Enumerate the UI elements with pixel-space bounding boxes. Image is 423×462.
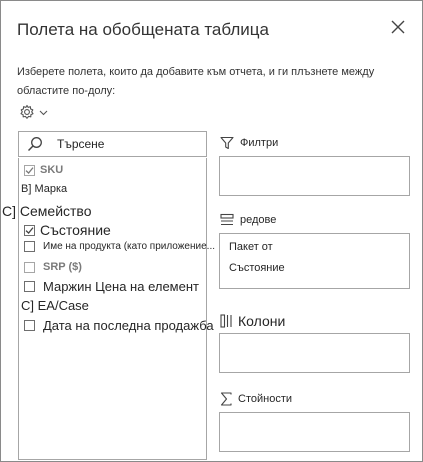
field-item-last-sale-date[interactable]: Дата на последна продажба (24, 318, 214, 333)
pane-title: Полета на обобщената таблица (17, 20, 269, 39)
close-icon (391, 20, 405, 34)
rows-item-package[interactable]: Пакет от (229, 241, 273, 253)
field-checkbox[interactable] (24, 241, 35, 252)
checkmark-icon (25, 166, 34, 174)
field-label: SRP ($) (43, 261, 82, 273)
field-label: Маржин Цена на елемент (43, 279, 199, 294)
field-checkbox[interactable] (24, 164, 35, 176)
field-label: Състояние (40, 222, 111, 238)
columns-area-label: Колони (220, 313, 285, 329)
columns-drop-area[interactable] (219, 333, 410, 373)
field-item-status[interactable]: Състояние (24, 222, 111, 238)
field-checkbox[interactable] (24, 281, 35, 292)
columns-icon (220, 314, 232, 328)
search-input[interactable] (57, 135, 202, 153)
field-item-family[interactable]: C] Семейство (2, 203, 92, 219)
close-button[interactable] (386, 15, 410, 39)
columns-area-title: Колони (238, 313, 286, 329)
pivot-field-list-pane: Полета на обобщената таблица Изберете по… (0, 0, 423, 462)
values-drop-area[interactable] (219, 412, 410, 452)
instruction-text: Изберете полета, които да добавите към о… (17, 66, 375, 97)
field-item-product-name[interactable]: Име на продукта (като приложение... (24, 241, 215, 252)
search-icon (27, 137, 42, 152)
tools-button[interactable] (19, 102, 48, 122)
checkmark-icon (25, 226, 34, 234)
gear-icon (20, 104, 34, 119)
field-list: SKU B] Марка C] Семейство Състояние Име … (2, 158, 215, 460)
field-label: Име на продукта (като приложение... (43, 241, 216, 252)
field-label: C] EA/Case (21, 298, 89, 313)
field-item-brand[interactable]: B] Марка (21, 183, 67, 195)
chevron-down-icon (39, 110, 48, 115)
rows-area-label: редове (220, 213, 276, 226)
sigma-icon (220, 392, 232, 406)
rows-item-status[interactable]: Състояние (229, 262, 285, 274)
field-label: SKU (40, 164, 64, 176)
field-item-srp[interactable]: SRP ($) (24, 261, 82, 273)
rows-icon (220, 213, 234, 226)
filters-area-title: Филтри (240, 137, 279, 149)
field-item-margin[interactable]: Маржин Цена на елемент (24, 279, 199, 294)
filters-drop-area[interactable] (219, 156, 410, 196)
field-label: C] Семейство (2, 203, 92, 219)
field-label: Дата на последна продажба (43, 318, 214, 333)
filters-area-label: Филтри (220, 136, 278, 150)
field-checkbox[interactable] (24, 320, 35, 331)
field-checkbox[interactable] (24, 261, 35, 273)
field-label: B] Марка (21, 183, 68, 195)
field-item-ea-case[interactable]: C] EA/Case (21, 298, 89, 313)
filter-icon (220, 136, 234, 150)
values-area-title: Стойности (238, 393, 292, 405)
search-box (18, 131, 207, 157)
rows-drop-area[interactable]: Пакет от Състояние (219, 233, 410, 289)
field-checkbox[interactable] (24, 224, 35, 236)
values-area-label: Стойности (220, 392, 292, 406)
rows-area-title: редове (240, 213, 277, 226)
field-item-sku[interactable]: SKU (24, 164, 63, 176)
